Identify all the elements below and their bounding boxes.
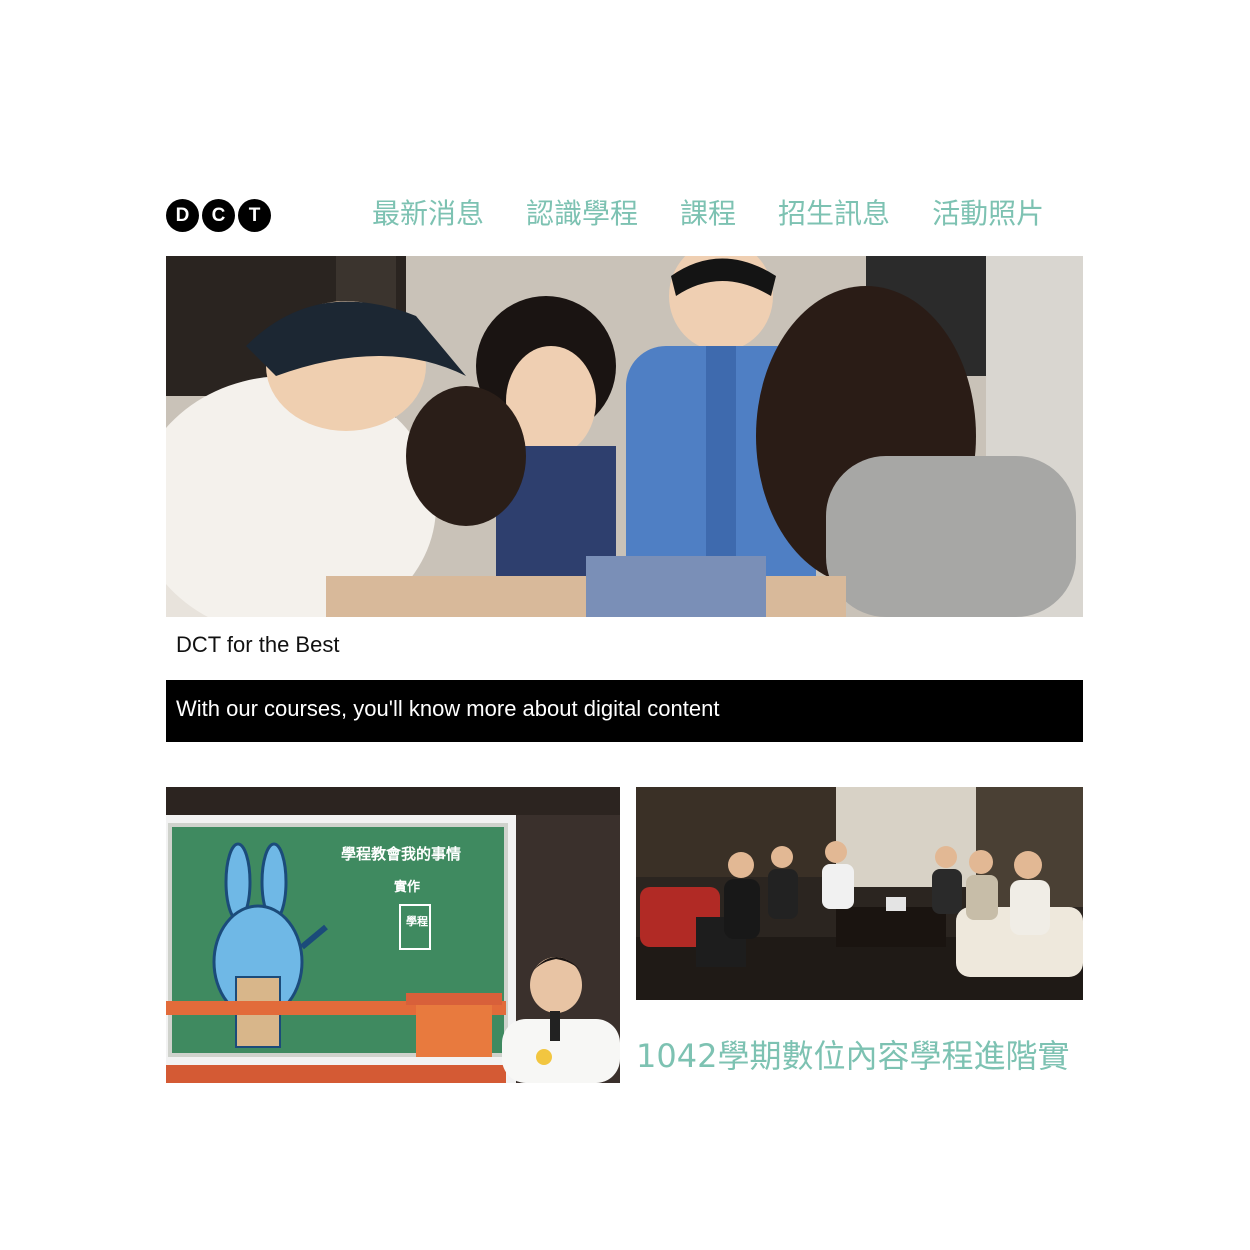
board-subtitle: 實作 xyxy=(394,879,420,895)
hero-caption: DCT for the Best xyxy=(176,632,340,657)
group-photo xyxy=(636,787,1083,1000)
logo-letter-t: T xyxy=(238,199,271,232)
hero-photo-illustration xyxy=(166,256,1083,617)
hero-image xyxy=(166,256,1083,617)
logo-letter-d: D xyxy=(166,199,199,232)
board-title: 學程教會我的事情 xyxy=(341,845,461,863)
news-card-presentation[interactable]: 學程教會我的事情 實作 學程 xyxy=(166,787,620,1083)
board-box-label: 學程 xyxy=(406,914,428,928)
presentation-photo: 學程教會我的事情 實作 學程 xyxy=(166,787,620,1083)
dct-logo[interactable]: D C T xyxy=(166,199,271,232)
hero-tagline-bar: With our courses, you'll know more about… xyxy=(166,680,1083,742)
nav-item-news[interactable]: 最新消息 xyxy=(372,196,484,232)
news-card-group-photo[interactable] xyxy=(636,787,1083,1000)
page: D C T 最新消息 認識學程 課程 招生訊息 活動照片 DCT for the… xyxy=(0,0,1250,1250)
nav-item-photos[interactable]: 活動照片 xyxy=(932,196,1044,232)
news-card-title-wrap: 1042學期數位內容學程進階實作課程成果展 xyxy=(636,1032,1083,1083)
nav-item-admissions[interactable]: 招生訊息 xyxy=(778,196,890,232)
nav-item-courses[interactable]: 課程 xyxy=(680,196,736,232)
hero-tagline: With our courses, you'll know more about… xyxy=(176,696,720,721)
main-nav: 最新消息 認識學程 課程 招生訊息 活動照片 xyxy=(372,196,1044,232)
logo-letter-c: C xyxy=(202,199,235,232)
news-card-title[interactable]: 1042學期數位內容學程進階實作課程成果展 xyxy=(636,1032,1083,1083)
nav-item-about[interactable]: 認識學程 xyxy=(526,196,638,232)
